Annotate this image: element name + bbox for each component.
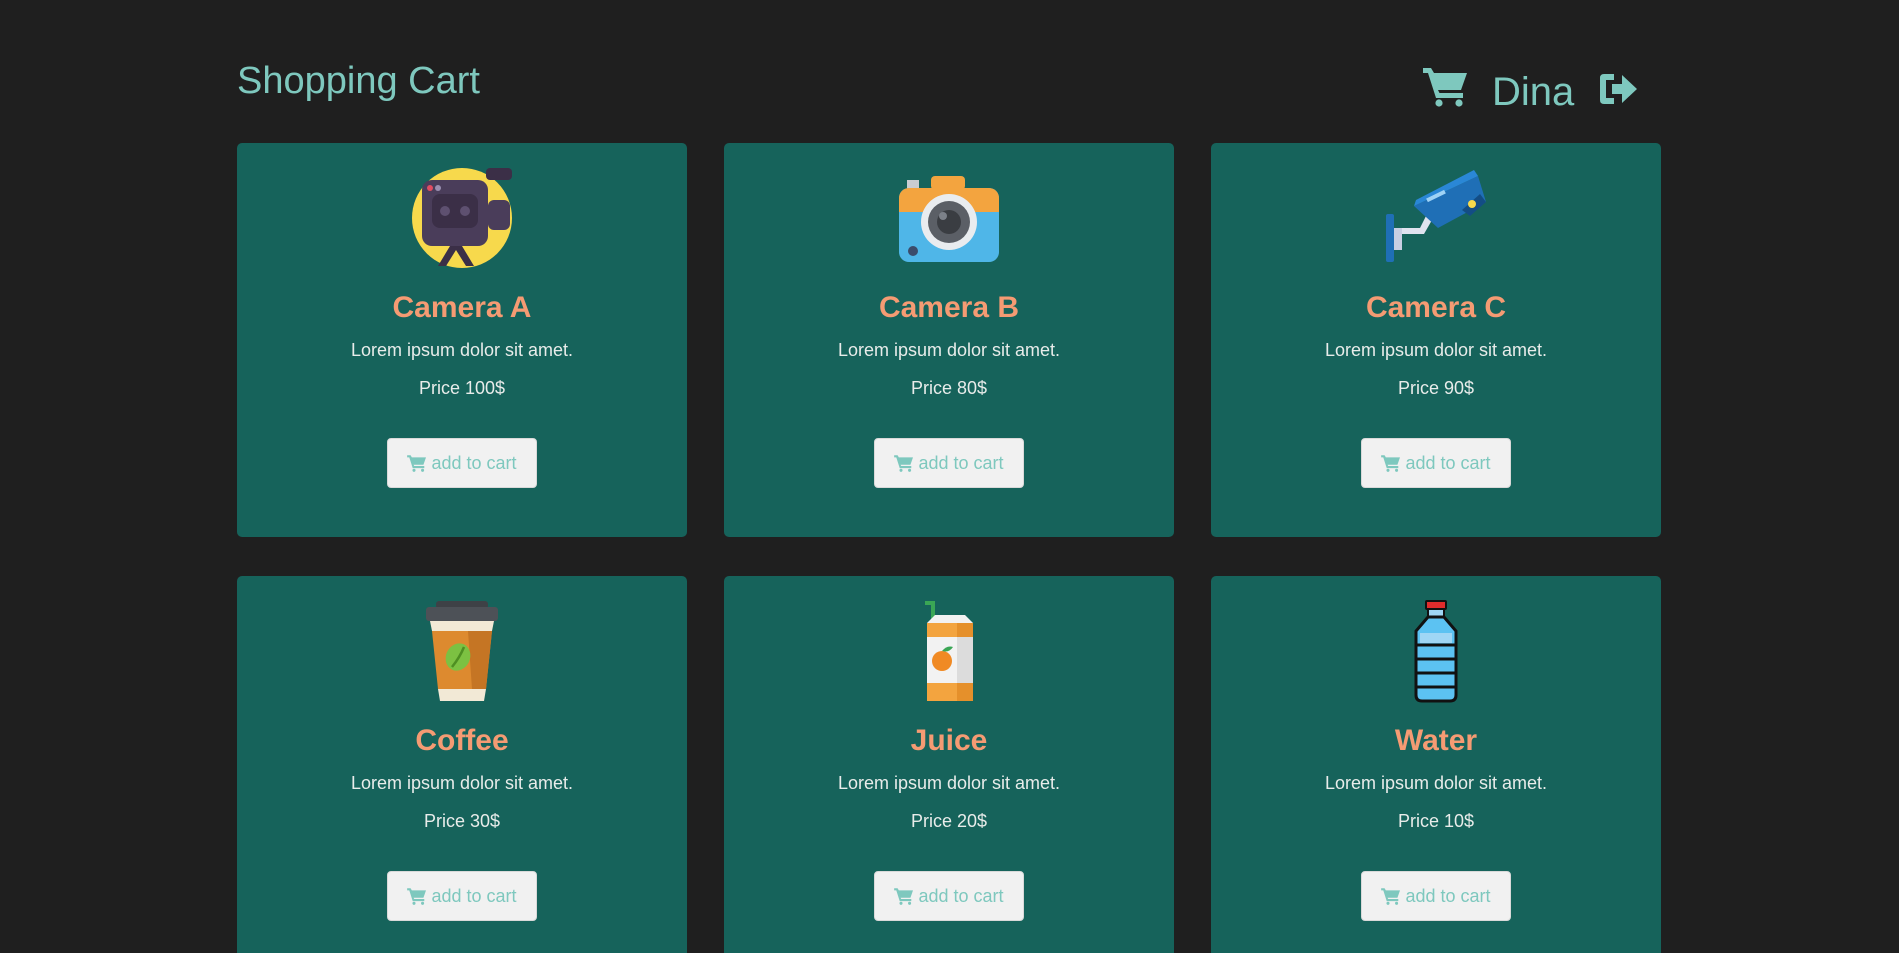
cart-icon xyxy=(1381,455,1401,472)
product-description: Lorem ipsum dolor sit amet. xyxy=(837,773,1061,793)
user-area: Dina xyxy=(1423,56,1638,116)
cart-icon xyxy=(894,888,914,905)
cart-icon[interactable] xyxy=(1423,65,1469,107)
juice-box-icon xyxy=(925,601,973,701)
product-card: Camera B Lorem ipsum dolor sit amet. Pri… xyxy=(724,143,1174,537)
add-to-cart-button[interactable]: add to cart xyxy=(1361,438,1511,488)
product-name: Camera C xyxy=(1365,291,1507,324)
add-to-cart-label: add to cart xyxy=(918,452,1004,473)
product-name: Juice xyxy=(910,724,988,757)
user-name: Dina xyxy=(1492,69,1575,114)
product-price: Price 10$ xyxy=(1397,811,1475,831)
add-to-cart-label: add to cart xyxy=(431,452,517,473)
cart-icon xyxy=(894,455,914,472)
coffee-cup-icon xyxy=(426,601,498,701)
add-to-cart-label: add to cart xyxy=(1405,885,1491,906)
video-camera-icon xyxy=(412,168,512,268)
product-card: Juice Lorem ipsum dolor sit amet. Price … xyxy=(724,576,1174,953)
security-camera-icon xyxy=(1386,170,1486,262)
product-grid: Camera A Lorem ipsum dolor sit amet. Pri… xyxy=(237,143,1662,953)
product-description: Lorem ipsum dolor sit amet. xyxy=(350,340,574,360)
product-card: Water Lorem ipsum dolor sit amet. Price … xyxy=(1211,576,1661,953)
cart-icon xyxy=(407,455,427,472)
product-price: Price 20$ xyxy=(910,811,988,831)
product-card: Camera C Lorem ipsum dolor sit amet. Pri… xyxy=(1211,143,1661,537)
header: Shopping Cart Dina xyxy=(237,56,1662,116)
logout-icon[interactable] xyxy=(1598,70,1638,108)
add-to-cart-button[interactable]: add to cart xyxy=(874,438,1024,488)
product-price: Price 80$ xyxy=(910,378,988,398)
add-to-cart-button[interactable]: add to cart xyxy=(1361,871,1511,921)
product-description: Lorem ipsum dolor sit amet. xyxy=(1324,340,1548,360)
page-title: Shopping Cart xyxy=(237,60,480,102)
product-card: Coffee Lorem ipsum dolor sit amet. Price… xyxy=(237,576,687,953)
product-name: Camera B xyxy=(878,291,1020,324)
add-to-cart-label: add to cart xyxy=(1405,452,1491,473)
add-to-cart-label: add to cart xyxy=(918,885,1004,906)
add-to-cart-button[interactable]: add to cart xyxy=(874,871,1024,921)
product-price: Price 90$ xyxy=(1397,378,1475,398)
product-description: Lorem ipsum dolor sit amet. xyxy=(837,340,1061,360)
product-description: Lorem ipsum dolor sit amet. xyxy=(350,773,574,793)
product-name: Camera A xyxy=(392,291,532,324)
product-price: Price 100$ xyxy=(418,378,506,398)
product-card: Camera A Lorem ipsum dolor sit amet. Pri… xyxy=(237,143,687,537)
page: Shopping Cart Dina Camera A Lorem ipsum … xyxy=(0,0,1899,953)
photo-camera-icon xyxy=(899,176,999,262)
add-to-cart-button[interactable]: add to cart xyxy=(387,871,537,921)
add-to-cart-label: add to cart xyxy=(431,885,517,906)
product-name: Coffee xyxy=(415,724,509,757)
product-description: Lorem ipsum dolor sit amet. xyxy=(1324,773,1548,793)
cart-icon xyxy=(407,888,427,905)
water-bottle-icon xyxy=(1414,600,1458,703)
product-price: Price 30$ xyxy=(423,811,501,831)
cart-icon xyxy=(1381,888,1401,905)
add-to-cart-button[interactable]: add to cart xyxy=(387,438,537,488)
product-name: Water xyxy=(1394,724,1478,757)
